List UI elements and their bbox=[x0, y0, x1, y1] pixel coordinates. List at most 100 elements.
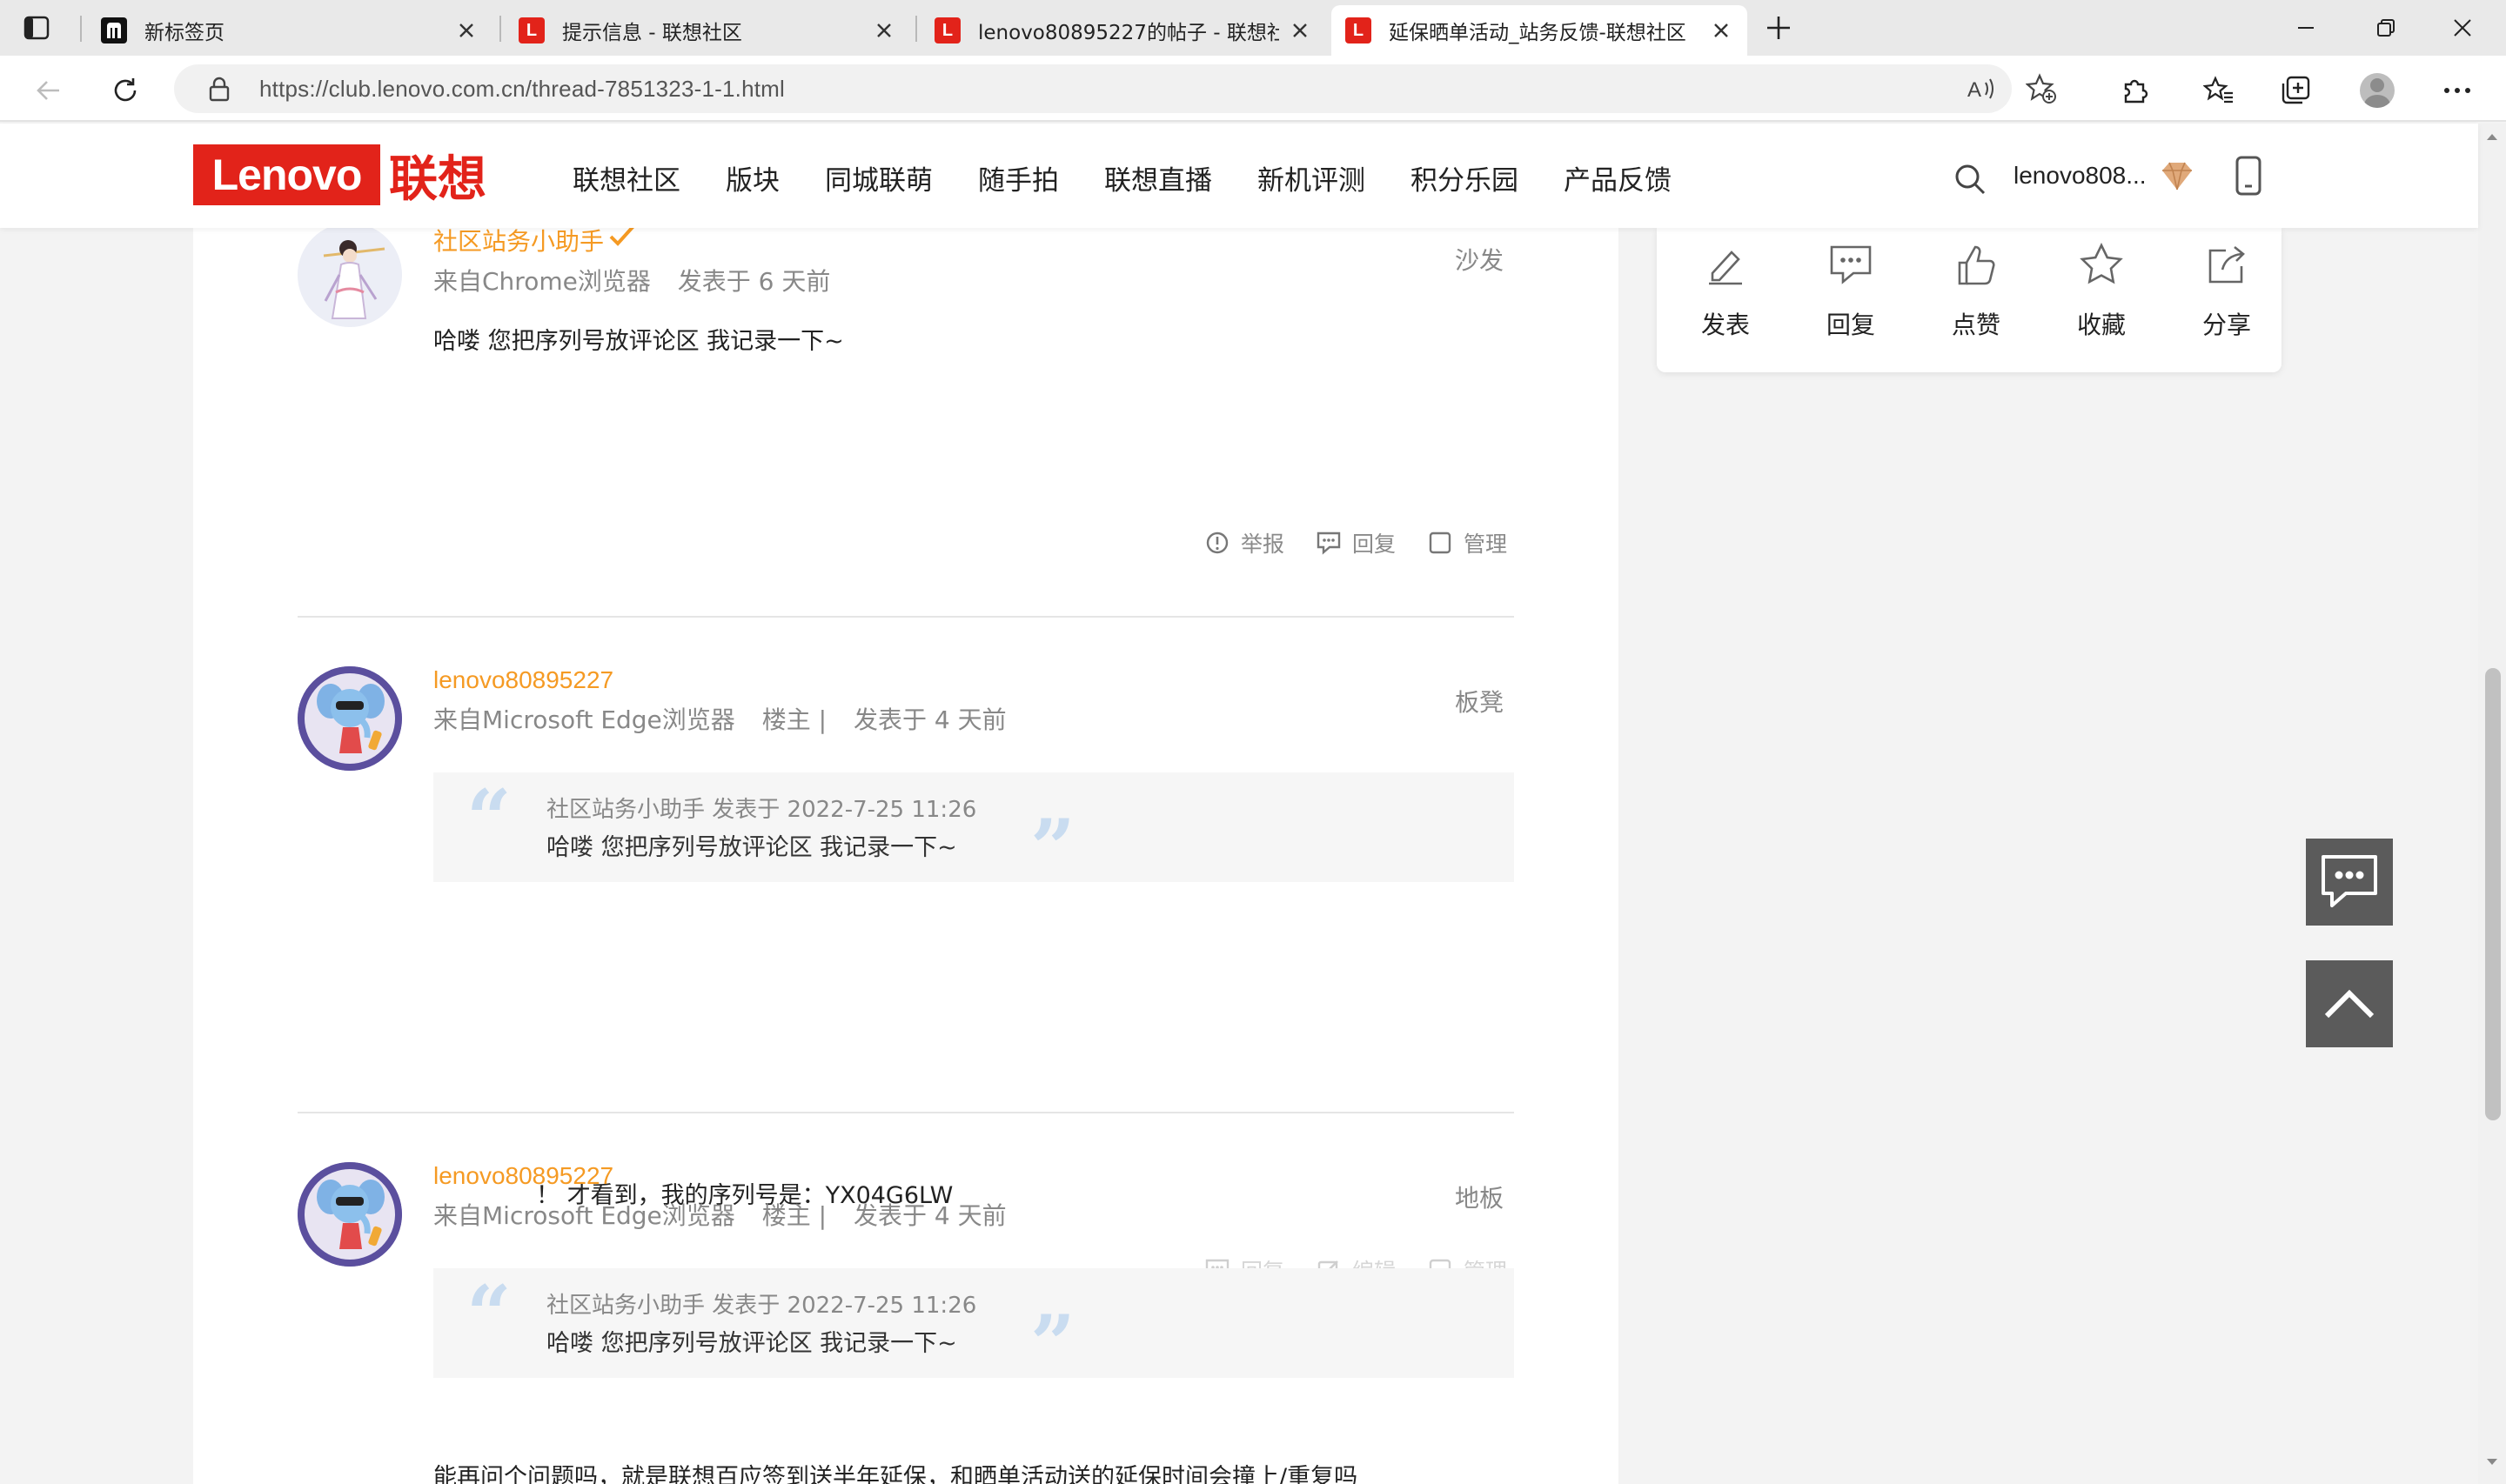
close-quote-icon: ” bbox=[1030, 1298, 1075, 1390]
address-bar[interactable]: https://club.lenovo.com.cn/thread-785132… bbox=[174, 64, 2056, 113]
thread-action-card: 发表 回复 点赞 收藏 分享 bbox=[1657, 228, 2282, 372]
collections-icon[interactable] bbox=[2278, 73, 2313, 108]
reply-label: 回复 bbox=[1826, 311, 1875, 339]
post-author[interactable]: lenovo80895227 bbox=[433, 1162, 613, 1190]
share-button[interactable]: 分享 bbox=[2179, 242, 2275, 341]
post-divider bbox=[298, 616, 1514, 618]
post-reply-1: 社区站务小助手 来自Chrome浏览器 发表于 6 天前 沙发 哈喽 您把序列号… bbox=[298, 223, 1514, 618]
tab-notice[interactable]: L 提示信息 - 联想社区 bbox=[505, 5, 910, 56]
nav-item-live[interactable]: 联想直播 bbox=[1104, 158, 1212, 197]
floating-chat-button[interactable] bbox=[2306, 839, 2393, 926]
floor-label: 沙发 bbox=[1454, 246, 1504, 275]
lenovo-logo[interactable]: Lenovo 联想 bbox=[193, 144, 486, 208]
url-text[interactable]: https://club.lenovo.com.cn/thread-785132… bbox=[259, 76, 785, 103]
avatar[interactable] bbox=[298, 223, 402, 327]
nav-item-snapshots[interactable]: 随手拍 bbox=[978, 158, 1059, 197]
site-header: Lenovo 联想 联想社区 版块 同城联萌 随手拍 联想直播 新机评测 积分乐… bbox=[0, 124, 2478, 228]
lock-icon[interactable] bbox=[204, 73, 235, 104]
favorites-icon[interactable] bbox=[2201, 73, 2236, 108]
tab-new-tab[interactable]: 新标签页 bbox=[87, 5, 492, 56]
add-favorite-icon[interactable] bbox=[2026, 73, 2057, 104]
username-link[interactable]: lenovo808... bbox=[2014, 162, 2147, 190]
comment-icon bbox=[1316, 530, 1342, 556]
nav-item-feedback[interactable]: 产品反馈 bbox=[1564, 158, 1672, 197]
favorite-button[interactable]: 收藏 bbox=[2054, 242, 2149, 341]
nav-item-points-mall[interactable]: 积分乐园 bbox=[1410, 158, 1518, 197]
nav-item-city-groups[interactable]: 同城联萌 bbox=[825, 158, 933, 197]
reply-button[interactable]: 回复 bbox=[1316, 527, 1396, 558]
mobile-phone-icon[interactable] bbox=[2233, 155, 2264, 197]
main-nav: 联想社区 版块 同城联萌 随手拍 联想直播 新机评测 积分乐园 产品反馈 bbox=[573, 158, 1717, 197]
page-scrollbar[interactable] bbox=[2478, 124, 2506, 1484]
compose-button[interactable]: 发表 bbox=[1678, 242, 1773, 341]
post-divider bbox=[298, 1112, 1514, 1113]
lenovo-favicon: L bbox=[1345, 17, 1371, 43]
compose-icon bbox=[1702, 242, 1749, 289]
like-button[interactable]: 点赞 bbox=[1928, 242, 2024, 341]
avatar[interactable] bbox=[298, 1162, 402, 1267]
nav-item-reviews[interactable]: 新机评测 bbox=[1257, 158, 1365, 197]
quote-text: 哈喽 您把序列号放评论区 我记录一下~ bbox=[546, 834, 957, 861]
post-actions: 举报 回复 管理 bbox=[1173, 527, 1507, 558]
more-menu-icon[interactable] bbox=[2440, 73, 2475, 108]
comment-icon bbox=[1827, 242, 1874, 289]
minimize-icon[interactable] bbox=[2280, 9, 2332, 47]
thread-owner-label: 楼主 | bbox=[761, 1201, 828, 1230]
search-icon[interactable] bbox=[1953, 162, 1987, 197]
report-icon bbox=[1204, 530, 1230, 556]
tab-separator bbox=[80, 16, 82, 42]
browser-tab-strip: 新标签页 L 提示信息 - 联想社区 L lenovo80895227的帖子 -… bbox=[0, 0, 2506, 56]
avatar[interactable] bbox=[298, 666, 402, 771]
nav-item-community[interactable]: 联想社区 bbox=[573, 158, 680, 197]
lenovo-favicon: L bbox=[935, 17, 961, 43]
profile-avatar-icon[interactable] bbox=[2360, 73, 2395, 108]
report-button[interactable]: 举报 bbox=[1204, 527, 1284, 558]
refresh-icon[interactable] bbox=[106, 71, 144, 110]
scroll-down-arrow-icon[interactable] bbox=[2485, 1454, 2499, 1468]
chat-bubble-icon bbox=[2322, 855, 2377, 907]
new-tab-plus-icon[interactable] bbox=[1759, 10, 1798, 45]
post-time: 发表于 4 天前 bbox=[853, 705, 1007, 734]
quote-header: 社区站务小助手 发表于 2022-7-25 11:26 bbox=[546, 1293, 977, 1319]
compose-label: 发表 bbox=[1700, 311, 1750, 339]
back-to-top-button[interactable] bbox=[2306, 960, 2393, 1047]
close-icon[interactable] bbox=[1288, 18, 1312, 43]
read-aloud-icon[interactable]: A bbox=[1967, 73, 1998, 104]
extensions-puzzle-icon[interactable] bbox=[2118, 73, 2153, 108]
nav-item-sections[interactable]: 版块 bbox=[726, 158, 780, 197]
window-close-icon[interactable] bbox=[2436, 9, 2489, 47]
quote-block: “ 社区站务小助手 发表于 2022-7-25 11:26 哈喽 您把序列号放评… bbox=[433, 1268, 1514, 1383]
thread-content: 社区站务小助手 来自Chrome浏览器 发表于 6 天前 沙发 哈喽 您把序列号… bbox=[193, 223, 1618, 1484]
scroll-up-arrow-icon[interactable] bbox=[2485, 130, 2499, 144]
browser-toolbar: https://club.lenovo.com.cn/thread-785132… bbox=[0, 56, 2506, 122]
quote-block: “ 社区站务小助手 发表于 2022-7-25 11:26 哈喽 您把序列号放评… bbox=[433, 772, 1514, 887]
scrollbar-thumb[interactable] bbox=[2485, 668, 2501, 1120]
tab-user-posts[interactable]: L lenovo80895227的帖子 - 联想社 bbox=[921, 5, 1326, 56]
post-author[interactable]: lenovo80895227 bbox=[433, 666, 613, 694]
tab-title: 延保晒单活动_站务反馈-联想社区 bbox=[1389, 22, 1686, 44]
close-icon[interactable] bbox=[1709, 18, 1733, 43]
reply-thread-button[interactable]: 回复 bbox=[1803, 242, 1899, 341]
tab-title: 新标签页 bbox=[144, 22, 224, 44]
post-source: 来自Chrome浏览器 bbox=[433, 267, 651, 296]
post-reply-2: lenovo80895227 来自Microsoft Edge浏览器 楼主 | … bbox=[298, 666, 1514, 1284]
share-icon bbox=[2203, 242, 2250, 289]
back-arrow-icon[interactable] bbox=[30, 71, 68, 110]
close-icon[interactable] bbox=[872, 18, 896, 43]
restore-icon[interactable] bbox=[2360, 9, 2412, 47]
close-icon[interactable] bbox=[454, 18, 479, 43]
new-tab-icon bbox=[101, 17, 127, 43]
vip-diamond-icon[interactable] bbox=[2160, 160, 2194, 191]
post-meta: 来自Microsoft Edge浏览器 楼主 | 发表于 4 天前 bbox=[433, 701, 1026, 736]
post-source: 来自Microsoft Edge浏览器 bbox=[433, 705, 735, 734]
close-quote-icon: ” bbox=[1030, 802, 1075, 894]
manage-button[interactable]: 管理 bbox=[1427, 527, 1507, 558]
tab-active-thread[interactable]: L 延保晒单活动_站务反馈-联想社区 bbox=[1331, 5, 1747, 56]
tab-actions-menu-icon[interactable] bbox=[19, 12, 54, 43]
thread-owner-label: 楼主 | bbox=[761, 705, 828, 734]
post-source: 来自Microsoft Edge浏览器 bbox=[433, 1201, 735, 1230]
post-author[interactable]: 社区站务小助手 bbox=[433, 223, 604, 257]
report-label: 举报 bbox=[1240, 531, 1284, 557]
manage-checkbox[interactable] bbox=[1427, 530, 1453, 556]
tab-separator bbox=[499, 16, 501, 42]
